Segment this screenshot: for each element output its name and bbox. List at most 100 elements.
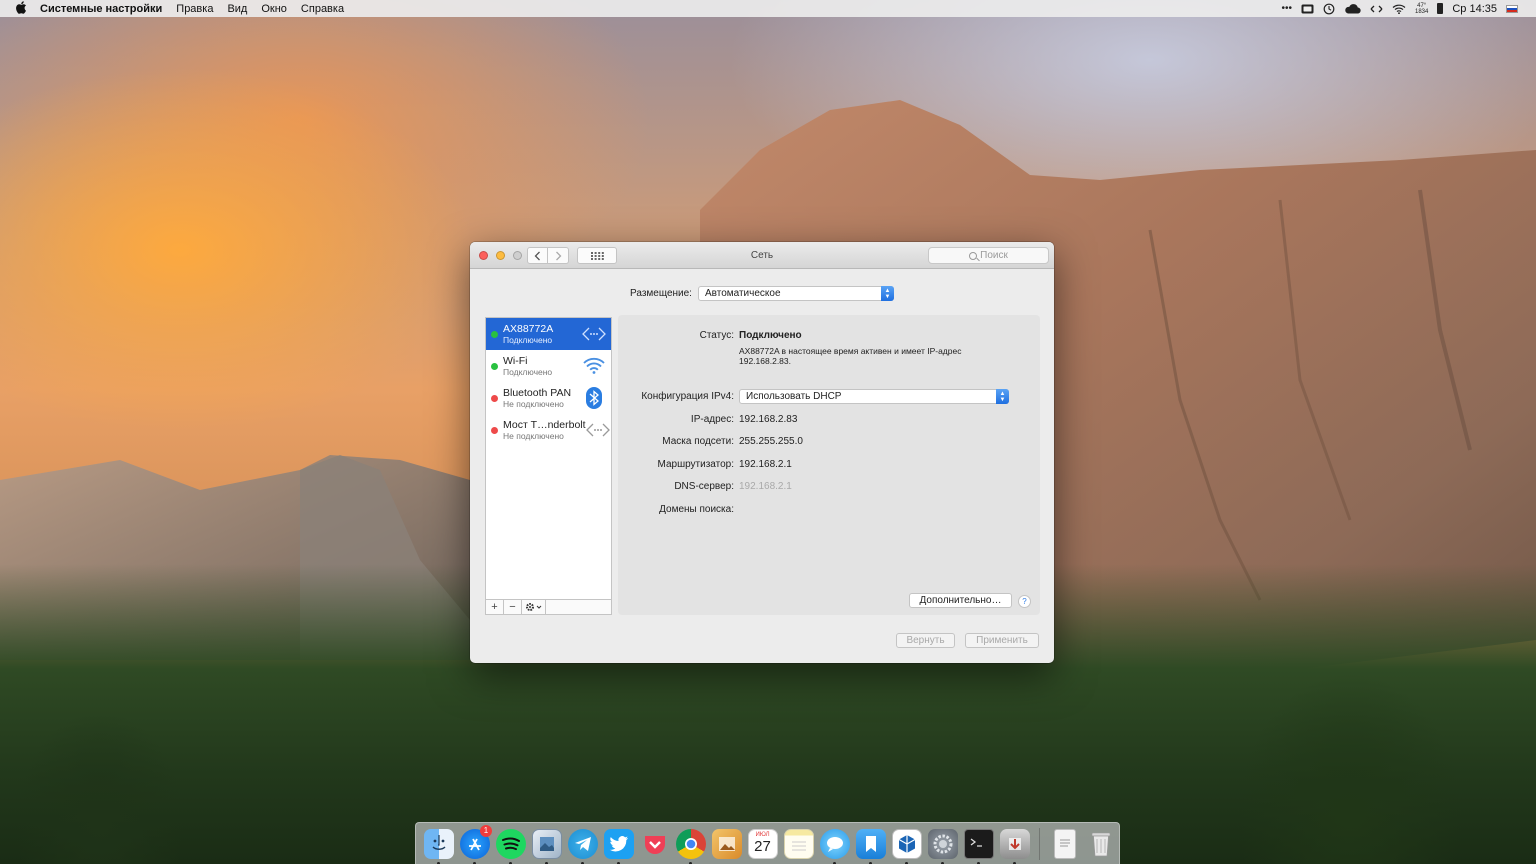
calendar-icon: ИЮЛ 27 (747, 828, 778, 859)
advanced-button[interactable]: Дополнительно… (909, 593, 1012, 608)
time-machine-icon[interactable] (1323, 3, 1335, 15)
dock-chrome[interactable] (673, 826, 708, 864)
cloud-icon[interactable] (1344, 3, 1361, 14)
network-preferences-window: Сеть Поиск Размещение: Автоматическое ▲ ▼… (470, 242, 1054, 663)
dock-telegram[interactable] (565, 826, 600, 864)
service-text: Мост T…nderbolt Не подключено (503, 419, 586, 441)
menu-help[interactable]: Справка (301, 3, 344, 15)
dock-preview[interactable] (529, 826, 564, 864)
window-controls (479, 251, 522, 260)
notification-badge: 1 (480, 824, 492, 837)
dock-twitter[interactable] (601, 826, 636, 864)
dock-separator (1039, 827, 1040, 860)
forward-button[interactable] (548, 247, 569, 264)
service-text: Bluetooth PAN Не подключено (503, 387, 581, 409)
location-label: Размещение: (630, 288, 692, 299)
router-label: Маршрутизатор: (657, 459, 735, 470)
menu-view[interactable]: Вид (227, 3, 247, 15)
network-arrows-icon[interactable] (1370, 4, 1383, 14)
popup-arrows-icon: ▲ ▼ (996, 389, 1009, 404)
dock-system-preferences[interactable] (925, 826, 960, 864)
status-dot-disconnected (491, 394, 498, 402)
router-value: 192.168.2.1 (739, 459, 792, 470)
chevron-left-icon (534, 251, 540, 260)
document-icon (1053, 828, 1076, 859)
show-all-button[interactable] (577, 247, 617, 264)
title-bar[interactable]: Сеть Поиск (470, 242, 1054, 269)
service-thunderbolt-bridge[interactable]: Мост T…nderbolt Не подключено (486, 414, 611, 446)
sketchup-icon (891, 828, 922, 859)
flag-icon[interactable] (1506, 4, 1518, 13)
dock-migration-assistant[interactable] (997, 826, 1032, 864)
dock-documents-stack[interactable] (1047, 826, 1082, 862)
dns-server-value: 192.168.2.1 (739, 481, 792, 492)
status-area: ••• 47° 1834 Ср 14:35 (1281, 3, 1536, 15)
wifi-icon[interactable] (1392, 4, 1406, 14)
dock-app-store[interactable]: 1 (457, 824, 492, 864)
apple-menu-icon[interactable] (14, 0, 28, 17)
dock-finder[interactable] (421, 826, 456, 864)
close-button[interactable] (479, 251, 488, 260)
dock-photo-slideshow[interactable] (709, 826, 744, 862)
search-domains-label: Домены поиска: (659, 504, 734, 515)
dock-bookmarks[interactable] (853, 826, 888, 864)
navigation-buttons (527, 247, 569, 264)
menu-bar: Системные настройки Правка Вид Окно Спра… (0, 0, 1536, 17)
service-status: Не подключено (503, 431, 564, 441)
status-value: Подключено (739, 330, 802, 341)
location-popup[interactable]: Автоматическое ▲ ▼ (697, 286, 894, 301)
dock-terminal[interactable] (961, 826, 996, 864)
calendar-day: 27 (754, 838, 771, 855)
finder-icon (423, 828, 454, 859)
detail-panel: Статус: Подключено AX88772A в настоящее … (618, 315, 1040, 615)
service-bluetooth-pan[interactable]: Bluetooth PAN Не подключено (486, 382, 611, 414)
dock-pocket[interactable] (637, 826, 672, 862)
remove-service-button[interactable]: − (504, 600, 522, 614)
chrome-icon (675, 828, 706, 859)
temperature-widget[interactable]: 47° 1834 (1415, 3, 1428, 15)
ethernet-icon (581, 323, 607, 345)
dock-trash[interactable] (1083, 826, 1118, 862)
zoom-button[interactable] (513, 251, 522, 260)
dock-notes[interactable] (781, 826, 816, 862)
dock-sketchup[interactable] (889, 826, 924, 864)
revert-button[interactable]: Вернуть (896, 633, 955, 648)
twitter-icon (603, 828, 634, 859)
add-service-button[interactable]: + (486, 600, 504, 614)
back-button[interactable] (527, 247, 548, 264)
service-name: Wi-Fi (503, 355, 528, 367)
service-status: Подключено (503, 335, 553, 345)
gear-icon[interactable] (522, 600, 546, 614)
ip-address-value: 192.168.2.83 (739, 414, 798, 425)
battery-icon[interactable] (1437, 3, 1444, 14)
menu-edit[interactable]: Правка (176, 3, 213, 15)
clock[interactable]: Ср 14:35 (1452, 3, 1497, 15)
keyboard-icon[interactable] (1301, 4, 1314, 14)
photo-slideshow-icon (711, 828, 742, 859)
status-label: Статус: (699, 330, 734, 341)
help-button[interactable]: ? (1018, 595, 1031, 608)
popup-arrows-icon: ▲ ▼ (880, 286, 894, 301)
dock-messages[interactable] (817, 826, 852, 864)
temperature-bottom: 1834 (1414, 8, 1429, 15)
search-field[interactable]: Поиск (928, 247, 1049, 264)
dock-spotify[interactable] (493, 826, 528, 864)
service-wifi[interactable]: Wi-Fi Подключено (486, 350, 611, 382)
status-dot-connected (491, 330, 498, 338)
menu-app-name[interactable]: Системные настройки (40, 3, 162, 15)
bluetooth-icon (581, 387, 607, 409)
apply-button[interactable]: Применить (965, 633, 1039, 648)
messages-icon (819, 828, 850, 859)
search-icon (969, 251, 978, 260)
status-dot-connected (491, 362, 498, 370)
service-ax88772a[interactable]: AX88772A Подключено (486, 318, 611, 350)
dock-calendar[interactable]: ИЮЛ 27 (745, 826, 780, 862)
ipv4-config-popup[interactable]: Использовать DHCP ▲ ▼ (739, 389, 1009, 404)
more-icon[interactable]: ••• (1281, 3, 1292, 14)
system-preferences-icon (927, 828, 958, 859)
menu-window[interactable]: Окно (261, 3, 287, 15)
status-dot-disconnected (491, 426, 498, 434)
grid-icon (590, 251, 604, 260)
minimize-button[interactable] (496, 251, 505, 260)
subnet-mask-value: 255.255.255.0 (739, 436, 803, 447)
